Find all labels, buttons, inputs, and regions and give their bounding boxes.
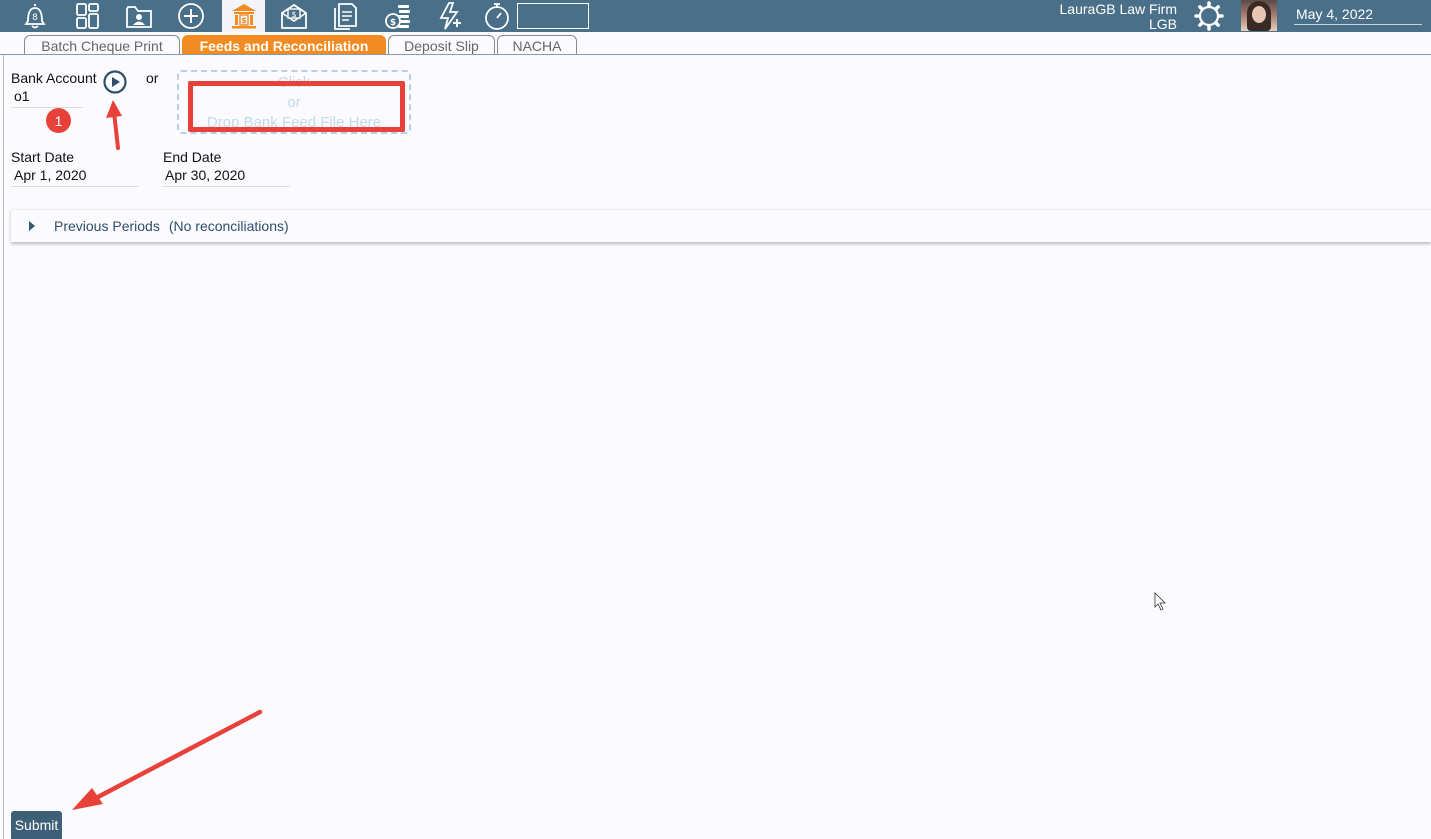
mouse-cursor-icon — [1154, 592, 1166, 611]
previous-periods-note: (No reconciliations) — [168, 218, 289, 234]
documents-icon[interactable] — [328, 0, 362, 32]
tab-deposit-slip[interactable]: Deposit Slip — [388, 35, 495, 55]
content-left-border — [3, 55, 4, 839]
billing-coins-icon[interactable]: $ — [381, 0, 415, 32]
svg-text:$: $ — [241, 16, 247, 25]
bank-account-label: Bank Account — [11, 70, 97, 86]
end-date-field[interactable]: Apr 30, 2020 — [162, 167, 290, 187]
firm-name: LauraGB Law Firm — [1059, 1, 1177, 17]
tab-feeds-and-reconciliation[interactable]: Feeds and Reconciliation — [182, 35, 386, 55]
add-icon[interactable] — [174, 0, 208, 32]
firm-info: LauraGB Law Firm LGB — [1060, 2, 1177, 32]
svg-text:$: $ — [291, 10, 296, 19]
mail-money-icon[interactable]: $ — [277, 0, 311, 32]
expand-triangle-icon[interactable] — [29, 221, 35, 231]
dropzone-line-drop: Drop Bank Feed File Here — [206, 114, 382, 131]
firm-code: LGB — [1148, 16, 1177, 32]
bank-feed-dropzone[interactable]: Click or Drop Bank Feed File Here — [177, 70, 411, 134]
previous-periods-label: Previous Periods — [54, 218, 160, 234]
gear-icon[interactable] — [1193, 1, 1225, 31]
previous-periods-panel[interactable]: Previous Periods (No reconciliations) — [11, 209, 1431, 242]
toolbar-search-input[interactable] — [517, 3, 589, 29]
quick-add-icon[interactable] — [433, 0, 467, 32]
bank-icon[interactable]: $ — [222, 0, 265, 32]
arrow-to-submit-button — [72, 709, 263, 810]
dashboard-icon[interactable] — [71, 0, 105, 32]
tab-nacha[interactable]: NACHA — [497, 35, 577, 55]
tab-divider — [0, 54, 1431, 55]
module-tabs: Batch Cheque Print Feeds and Reconciliat… — [24, 35, 579, 55]
dropzone-line-click: Click — [277, 74, 311, 91]
tab-batch-cheque-print[interactable]: Batch Cheque Print — [24, 35, 180, 55]
avatar[interactable] — [1241, 0, 1277, 31]
bank-account-field[interactable]: o1 — [11, 88, 83, 108]
step-badge: 1 — [46, 108, 71, 133]
submit-button[interactable]: Submit — [11, 811, 62, 839]
notifications-bell-icon[interactable]: 8 — [18, 0, 52, 32]
or-label: or — [146, 70, 159, 86]
contacts-folder-icon[interactable] — [122, 0, 156, 32]
timer-icon[interactable] — [480, 0, 514, 32]
arrow-to-play-button — [106, 100, 122, 150]
end-date-label: End Date — [163, 149, 222, 165]
play-icon[interactable] — [103, 70, 127, 94]
start-date-label: Start Date — [11, 149, 75, 165]
svg-text:$: $ — [390, 18, 396, 28]
start-date-field[interactable]: Apr 1, 2020 — [11, 167, 139, 187]
dropzone-line-or: or — [287, 94, 301, 111]
notification-count: 8 — [32, 13, 38, 23]
current-date[interactable]: May 4, 2022 — [1294, 6, 1422, 25]
top-toolbar: 8 $ $ $ LauraGB Law Firm LGB May 4, 2022 — [0, 0, 1431, 32]
